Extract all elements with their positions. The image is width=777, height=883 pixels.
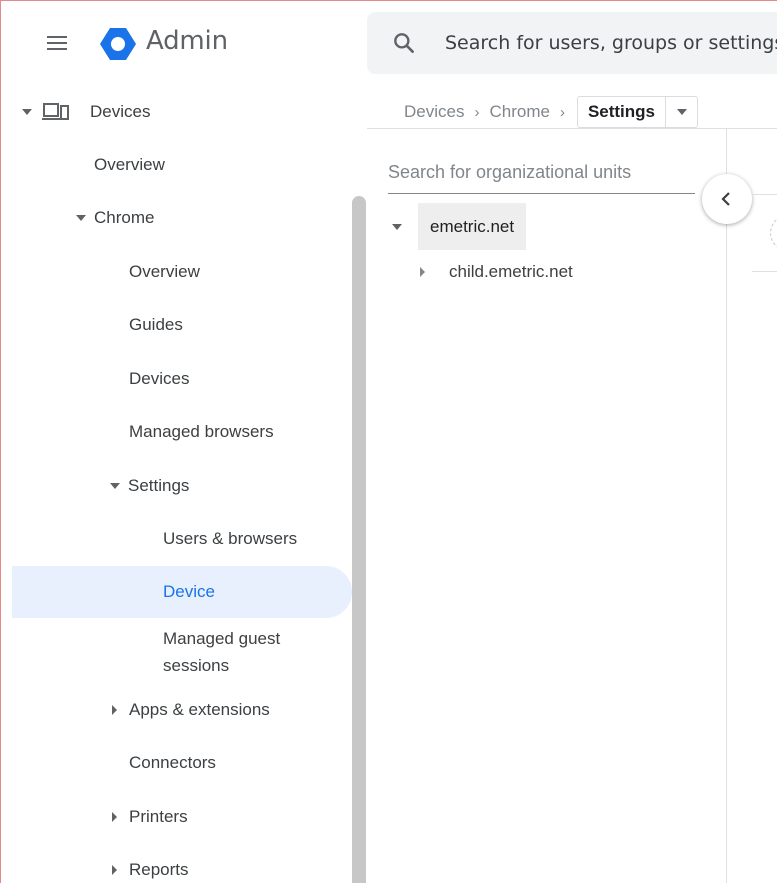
org-unit-child[interactable]: child.emetric.net	[420, 262, 573, 282]
sidebar-item-label: Overview	[129, 262, 200, 281]
chevron-left-icon	[721, 192, 730, 206]
collapsed-caret-icon	[112, 865, 117, 875]
sidebar-item-users-browsers[interactable]: Users & browsers	[163, 513, 297, 565]
sidebar-scrollbar[interactable]	[352, 196, 366, 883]
panel-divider	[726, 128, 727, 883]
sidebar-item-label-line1: Managed guest	[163, 629, 281, 648]
sidebar-nav: Devices Overview Chrome Overview Guides …	[12, 84, 368, 883]
expand-caret-icon[interactable]	[392, 223, 402, 230]
sidebar-item-label: Overview	[94, 155, 165, 174]
sidebar-item-guides[interactable]: Guides	[129, 299, 183, 351]
breadcrumb: Devices › Chrome › Settings	[404, 96, 698, 128]
settings-dropdown[interactable]: Settings	[576, 96, 698, 128]
sidebar-item-printers[interactable]: Printers	[112, 791, 188, 843]
expand-caret-icon	[22, 109, 32, 115]
sidebar-item-connectors[interactable]: Connectors	[129, 737, 216, 789]
sidebar-item-label: Chrome	[94, 208, 155, 227]
sidebar-item-chrome[interactable]: Chrome	[76, 192, 154, 244]
sidebar-item-label: Reports	[129, 860, 189, 879]
sidebar-item-label: Devices	[90, 102, 151, 121]
expand-caret-icon	[110, 483, 120, 489]
collapsed-caret-icon[interactable]	[420, 267, 425, 277]
sidebar-item-label: Guides	[129, 315, 183, 334]
header-divider	[367, 128, 777, 129]
sidebar-item-label: Devices	[129, 369, 190, 388]
sidebar-item-label: Users & browsers	[163, 529, 298, 548]
breadcrumb-chrome[interactable]: Chrome	[489, 102, 549, 122]
sidebar-item-device[interactable]: Device	[12, 566, 352, 618]
collapsed-caret-icon	[112, 705, 117, 715]
sidebar-item-label: Connectors	[129, 753, 216, 772]
org-unit-search-input[interactable]: Search for organizational units	[388, 160, 695, 194]
sidebar-item-managed-browsers[interactable]: Managed browsers	[129, 406, 274, 458]
chevron-right-icon: ›	[559, 103, 565, 121]
dropdown-caret-icon[interactable]	[665, 97, 697, 127]
org-unit-child-label: child.emetric.net	[449, 262, 573, 281]
sidebar-item-devices[interactable]: Devices	[22, 86, 150, 138]
loading-ring-icon	[770, 215, 777, 251]
sidebar-item-label: Managed browsers	[129, 422, 274, 441]
sidebar-item-settings[interactable]: Settings	[110, 460, 189, 512]
breadcrumb-devices[interactable]: Devices	[404, 102, 464, 122]
admin-logo-icon[interactable]	[98, 26, 138, 62]
search-input[interactable]: Search for users, groups or settings	[445, 32, 777, 54]
devices-icon	[42, 103, 69, 120]
sidebar-item-label: Printers	[129, 807, 188, 826]
collapsed-caret-icon	[112, 812, 117, 822]
admin-brand[interactable]: Admin	[146, 26, 228, 56]
settings-card-edge	[752, 194, 777, 272]
global-search-bar[interactable]: Search for users, groups or settings	[367, 12, 777, 74]
sidebar-item-chrome-devices[interactable]: Devices	[129, 353, 189, 405]
org-unit-root-label: emetric.net	[418, 203, 527, 250]
main-menu-icon[interactable]	[44, 32, 70, 54]
collapse-panel-button[interactable]	[702, 174, 752, 224]
sidebar-item-reports[interactable]: Reports	[112, 844, 189, 883]
sidebar-item-managed-guest-sessions[interactable]: Managed guest sessions	[163, 622, 280, 682]
expand-caret-icon	[76, 215, 86, 221]
org-unit-root[interactable]: emetric.net	[392, 203, 527, 250]
sidebar-item-label: Apps & extensions	[129, 700, 270, 719]
chevron-right-icon: ›	[474, 103, 480, 121]
settings-dropdown-label: Settings	[587, 102, 655, 121]
sidebar-item-apps-extensions[interactable]: Apps & extensions	[112, 684, 270, 736]
sidebar-item-overview[interactable]: Overview	[94, 139, 165, 191]
search-icon	[394, 33, 414, 53]
sidebar-item-label: Device	[163, 582, 215, 601]
sidebar-item-label-line2: sessions	[163, 656, 230, 675]
sidebar-item-label: Settings	[128, 476, 190, 495]
sidebar-item-chrome-overview[interactable]: Overview	[129, 246, 200, 298]
